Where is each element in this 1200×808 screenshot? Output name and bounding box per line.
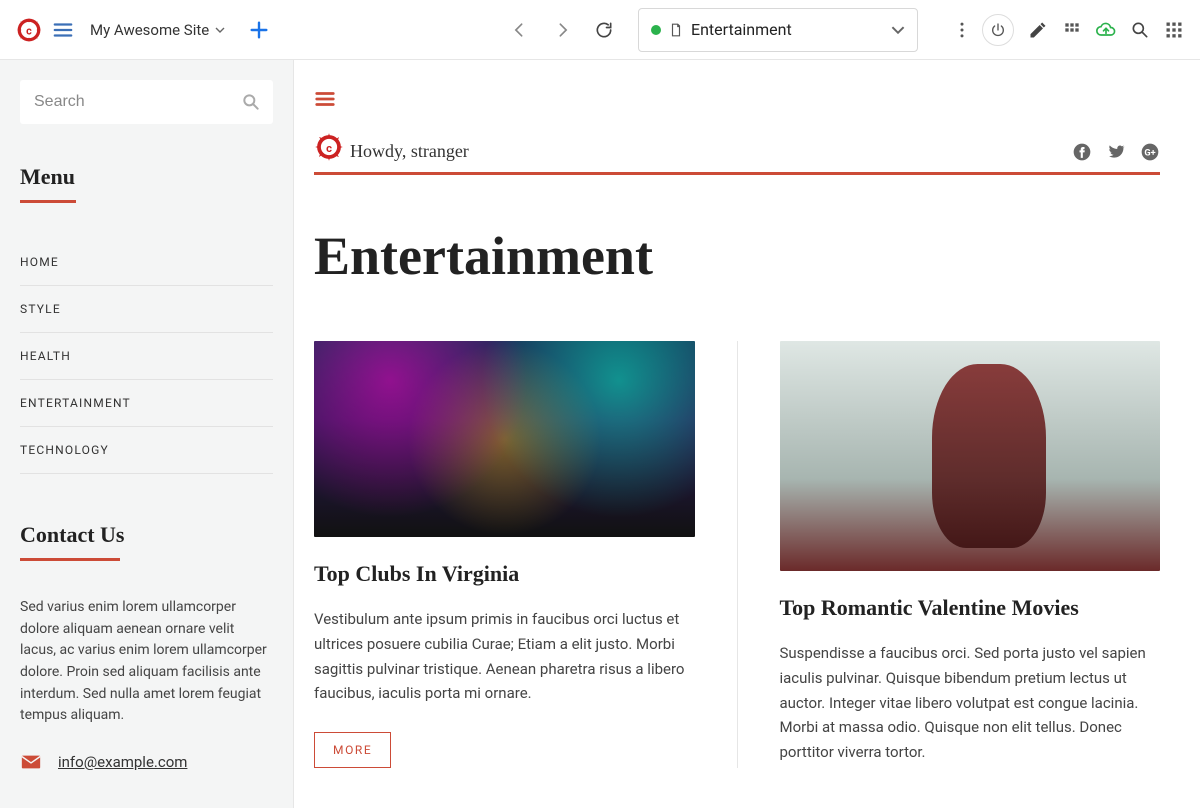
twitter-icon[interactable] xyxy=(1106,142,1126,162)
menu-item-entertainment[interactable]: ENTERTAINMENT xyxy=(20,380,273,427)
search-wrap xyxy=(20,80,273,124)
edit-icon[interactable] xyxy=(1028,20,1048,40)
post-card: Top Clubs In Virginia Vestibulum ante ip… xyxy=(314,341,738,768)
gear-logo-icon: c xyxy=(314,132,344,162)
forward-icon[interactable] xyxy=(552,20,572,40)
menu-list: HOME STYLE HEALTH ENTERTAINMENT TECHNOLO… xyxy=(20,239,273,474)
refresh-icon[interactable] xyxy=(594,20,614,40)
site-name-dropdown[interactable]: My Awesome Site xyxy=(90,21,225,39)
page-icon xyxy=(669,23,683,37)
page-menu-icon[interactable] xyxy=(314,88,336,110)
cloud-upload-icon[interactable] xyxy=(1096,20,1116,40)
envelope-icon xyxy=(20,751,42,773)
power-button[interactable] xyxy=(982,14,1014,46)
site-name-label: My Awesome Site xyxy=(90,21,209,39)
social-icons: G+ xyxy=(1072,142,1160,162)
menu-item-health[interactable]: HEALTH xyxy=(20,333,273,380)
apps-grid-icon[interactable] xyxy=(1164,20,1184,40)
page-label: Entertainment xyxy=(691,20,883,39)
page-selector[interactable]: Entertainment xyxy=(638,8,918,52)
svg-text:G+: G+ xyxy=(1144,148,1155,158)
more-button[interactable]: MORE xyxy=(314,732,391,768)
post-title[interactable]: Top Clubs In Virginia xyxy=(314,561,695,587)
post-image[interactable] xyxy=(780,341,1161,571)
gear-logo-icon: c xyxy=(16,17,42,43)
menu-item-technology[interactable]: TECHNOLOGY xyxy=(20,427,273,474)
post-image[interactable] xyxy=(314,341,695,537)
howdy-text: Howdy, stranger xyxy=(350,141,469,162)
post-title[interactable]: Top Romantic Valentine Movies xyxy=(780,595,1161,621)
post-text: Suspendisse a faucibus orci. Sed porta j… xyxy=(780,641,1161,765)
search-icon[interactable] xyxy=(1130,20,1150,40)
contact-heading: Contact Us xyxy=(20,522,273,548)
page-title: Entertainment xyxy=(314,225,1160,287)
right-tools xyxy=(982,14,1184,46)
menu-item-style[interactable]: STYLE xyxy=(20,286,273,333)
svg-text:c: c xyxy=(26,24,32,37)
menu-heading: Menu xyxy=(20,164,273,190)
topbar: c My Awesome Site Entertainment xyxy=(0,0,1200,60)
search-icon[interactable] xyxy=(241,92,261,112)
more-menu-icon[interactable] xyxy=(952,20,972,40)
chevron-down-icon xyxy=(215,25,225,35)
hamburger-icon[interactable] xyxy=(52,19,74,41)
menu-item-home[interactable]: HOME xyxy=(20,239,273,286)
back-icon[interactable] xyxy=(510,20,530,40)
facebook-icon[interactable] xyxy=(1072,142,1092,162)
heading-underline xyxy=(20,200,76,203)
email-link[interactable]: info@example.com xyxy=(58,753,187,771)
search-input[interactable] xyxy=(20,80,273,124)
post-text: Vestibulum ante ipsum primis in faucibus… xyxy=(314,607,695,706)
heading-underline xyxy=(20,558,120,561)
sidebar: Menu HOME STYLE HEALTH ENTERTAINMENT TEC… xyxy=(0,60,294,808)
plus-icon xyxy=(248,19,270,41)
site-header: c Howdy, stranger G+ xyxy=(314,132,1160,162)
add-button[interactable] xyxy=(245,16,273,44)
post-card: Top Romantic Valentine Movies Suspendiss… xyxy=(780,341,1161,768)
posts: Top Clubs In Virginia Vestibulum ante ip… xyxy=(314,341,1160,768)
main: c Howdy, stranger G+ Entertainment Top C… xyxy=(294,60,1200,808)
email-row: info@example.com xyxy=(20,751,273,773)
google-plus-icon[interactable]: G+ xyxy=(1140,142,1160,162)
header-bar xyxy=(314,172,1160,175)
power-icon xyxy=(990,22,1006,38)
svg-text:c: c xyxy=(326,142,332,155)
status-dot-icon xyxy=(651,25,661,35)
nav-arrows xyxy=(510,20,614,40)
contact-text: Sed varius enim lorem ullamcorper dolore… xyxy=(20,597,273,727)
grid-small-icon[interactable] xyxy=(1062,20,1082,40)
chevron-down-icon xyxy=(891,23,905,37)
contact-block: Contact Us Sed varius enim lorem ullamco… xyxy=(20,522,273,773)
